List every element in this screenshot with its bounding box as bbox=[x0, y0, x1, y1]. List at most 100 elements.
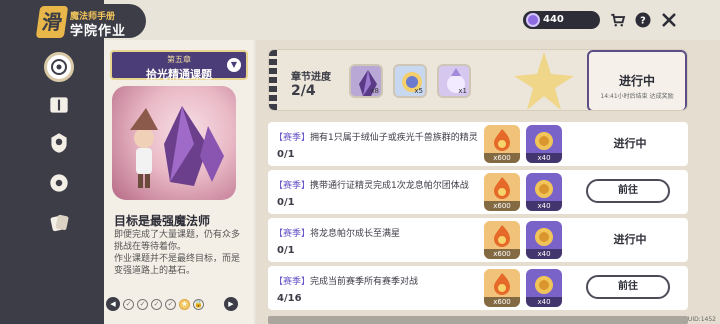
step-1[interactable]: ✓ bbox=[123, 298, 134, 310]
reward-fire[interactable]: x600 bbox=[484, 269, 520, 307]
task-row: 【赛季】完成当前赛季所有赛季对战 4/16 x600 x40 前往 bbox=[268, 266, 688, 310]
task-description: 【赛季】拥有1只属于绒仙子或疾光千兽族群的精灵 bbox=[274, 130, 478, 143]
reward-medal[interactable]: x40 bbox=[526, 125, 562, 163]
chapter-status-text: 进行中 bbox=[618, 74, 655, 88]
shop-button[interactable] bbox=[608, 10, 628, 30]
task-progress: 0/1 bbox=[277, 197, 295, 208]
goto-button[interactable]: 前往 bbox=[586, 179, 670, 203]
goal-description: 即便完成了大量课题，仍有众多挑战在等待着你。 作业课题并不是最终目标，而是变强道… bbox=[114, 229, 244, 277]
reward-medal[interactable]: x40 bbox=[526, 173, 562, 211]
task-tag: 【赛季】 bbox=[274, 133, 311, 143]
step-4[interactable]: ✓ bbox=[165, 298, 176, 310]
progress-reward-1[interactable]: x8 bbox=[349, 64, 383, 98]
witch-crystal-illustration bbox=[130, 106, 224, 188]
task-description: 【赛季】携带通行证精灵完成1次龙息帕尔团体战 bbox=[274, 178, 469, 191]
reward-amount: x600 bbox=[484, 297, 520, 307]
reward-amount: x40 bbox=[526, 153, 562, 163]
goal-desc-line-2: 作业课题并不是最终目标，而是变强道路上的基石。 bbox=[114, 254, 241, 276]
flame-icon bbox=[494, 225, 510, 247]
step-6-locked[interactable]: 🔒 bbox=[193, 298, 204, 310]
book-icon bbox=[50, 97, 68, 113]
task-tag: 【赛季】 bbox=[274, 277, 311, 287]
logo-badge: 滑 bbox=[35, 6, 69, 38]
next-task-peek bbox=[268, 316, 688, 324]
progress-value: 2/4 bbox=[291, 83, 316, 99]
progress-label: 章节进度 bbox=[291, 72, 331, 83]
coin-icon bbox=[526, 13, 540, 27]
chapter-name: 拾光精通课题 bbox=[146, 68, 212, 81]
reward-medal[interactable]: x40 bbox=[526, 221, 562, 259]
task-progress: 4/16 bbox=[277, 293, 302, 304]
medal-icon bbox=[535, 228, 553, 246]
help-button[interactable]: ? bbox=[633, 10, 653, 30]
left-rail bbox=[0, 0, 104, 324]
task-progress: 0/1 bbox=[277, 149, 295, 160]
medal-icon bbox=[535, 276, 553, 294]
task-text: 将龙息帕尔成长至满星 bbox=[310, 229, 401, 239]
reward-amount: x40 bbox=[526, 297, 562, 307]
help-icon: ? bbox=[635, 12, 651, 28]
progress-reward-2[interactable]: x5 bbox=[393, 64, 427, 98]
task-row: 【赛季】拥有1只属于绒仙子或疾光千兽族群的精灵 0/1 x600 x40 进行中 bbox=[268, 122, 688, 166]
chapter-selector[interactable]: 第五章 拾光精通课题 ▼ bbox=[110, 50, 248, 81]
task-description: 【赛季】将龙息帕尔成长至满星 bbox=[274, 226, 400, 239]
rail-tab-cards[interactable] bbox=[44, 208, 74, 238]
reward-amount: x600 bbox=[484, 201, 520, 211]
chapter-status-sub: 14:41小时后结束 达成奖励 bbox=[600, 93, 674, 100]
target-icon bbox=[51, 59, 67, 75]
task-status: 进行中 bbox=[613, 137, 647, 150]
task-progress: 0/1 bbox=[277, 245, 295, 256]
cards-icon bbox=[50, 214, 69, 232]
rail-tab-tasks[interactable] bbox=[44, 52, 74, 82]
svg-text:?: ? bbox=[640, 15, 646, 26]
flame-icon bbox=[494, 273, 510, 295]
flame-icon bbox=[494, 177, 510, 199]
reward-amount: x600 bbox=[484, 249, 520, 259]
coin-balance: 440 bbox=[523, 11, 600, 29]
step-2[interactable]: ✓ bbox=[137, 298, 148, 310]
reward-amount: x40 bbox=[526, 249, 562, 259]
progress-reward-3[interactable]: x1 bbox=[437, 64, 471, 98]
next-chapter-button[interactable]: ▶ bbox=[224, 297, 238, 311]
cart-icon bbox=[611, 13, 626, 27]
reward-fire[interactable]: x600 bbox=[484, 221, 520, 259]
task-tag: 【赛季】 bbox=[274, 181, 311, 191]
medal-icon bbox=[535, 180, 553, 198]
rail-tab-badge[interactable] bbox=[44, 128, 74, 158]
star-decoration-icon bbox=[514, 52, 574, 110]
task-row: 【赛季】携带通行证精灵完成1次龙息帕尔团体战 0/1 x600 x40 前往 bbox=[268, 170, 688, 214]
flame-icon bbox=[494, 129, 510, 151]
reward-medal[interactable]: x40 bbox=[526, 269, 562, 307]
rail-tab-orb[interactable] bbox=[44, 168, 74, 198]
dropdown-icon: ▼ bbox=[227, 58, 241, 72]
badge-icon bbox=[51, 133, 67, 153]
close-button[interactable] bbox=[659, 10, 679, 30]
step-5-current[interactable]: ★ bbox=[179, 298, 190, 310]
goal-desc-line-1: 即便完成了大量课题，仍有众多挑战在等待着你。 bbox=[114, 230, 241, 252]
chapter-stepper: ◀ ✓ ✓ ✓ ✓ ★ 🔒 ▶ bbox=[104, 296, 254, 312]
app-root: 滑 魔法师手册 学院作业 440 ? 第五章 拾光精通课题 ▼ 目标是最强魔法师… bbox=[0, 0, 720, 324]
medal-icon bbox=[535, 132, 553, 150]
goto-button[interactable]: 前往 bbox=[586, 275, 670, 299]
reward-count: x5 bbox=[414, 87, 423, 95]
reward-fire[interactable]: x600 bbox=[484, 125, 520, 163]
prev-chapter-button[interactable]: ◀ bbox=[106, 297, 120, 311]
rail-tab-book[interactable] bbox=[44, 90, 74, 120]
close-icon bbox=[662, 13, 676, 27]
reward-amount: x40 bbox=[526, 201, 562, 211]
chapter-progress-card: 章节进度 2/4 x8 x5 x1 进行中 14:41小时后结束 达成奖励 bbox=[268, 49, 688, 111]
orb-icon bbox=[50, 174, 68, 192]
reward-amount: x600 bbox=[484, 153, 520, 163]
chapter-illustration bbox=[112, 86, 236, 200]
goal-title: 目标是最强魔法师 bbox=[114, 214, 211, 228]
reward-fire[interactable]: x600 bbox=[484, 173, 520, 211]
task-text: 携带通行证精灵完成1次龙息帕尔团体战 bbox=[310, 181, 469, 191]
tasks-area: 章节进度 2/4 x8 x5 x1 进行中 14:41小时后结束 达成奖励 【赛… bbox=[256, 40, 720, 324]
task-row: 【赛季】将龙息帕尔成长至满星 0/1 x600 x40 进行中 bbox=[268, 218, 688, 262]
chapter-panel: 第五章 拾光精通课题 ▼ 目标是最强魔法师 即便完成了大量课题，仍有众多挑战在等… bbox=[104, 40, 254, 324]
reward-count: x1 bbox=[458, 87, 467, 95]
card-edge-decoration bbox=[269, 50, 277, 110]
step-3[interactable]: ✓ bbox=[151, 298, 162, 310]
coin-amount: 440 bbox=[543, 14, 564, 25]
task-tag: 【赛季】 bbox=[274, 229, 311, 239]
